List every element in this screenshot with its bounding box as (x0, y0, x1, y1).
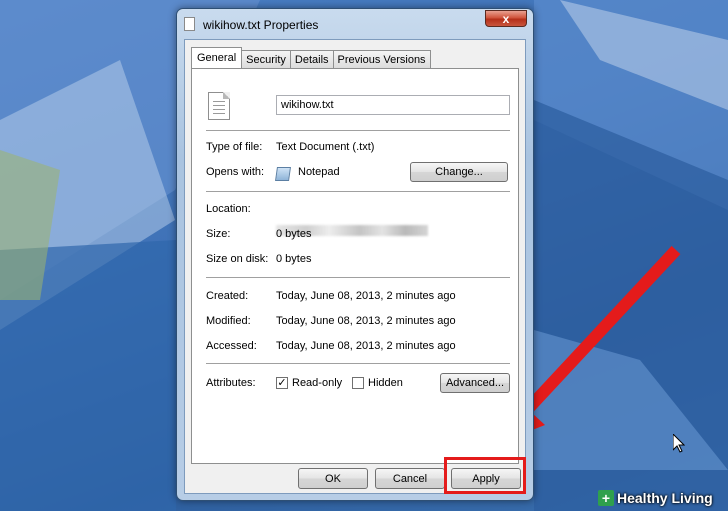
file-name-input[interactable] (276, 95, 510, 115)
advanced-button[interactable]: Advanced... (440, 373, 510, 393)
close-button[interactable]: x (485, 10, 527, 27)
size-value: 0 bytes (276, 228, 312, 240)
change-button[interactable]: Change... (410, 162, 508, 182)
type-of-file-value: Text Document (.txt) (276, 141, 375, 153)
size-label: Size: (206, 228, 231, 240)
window-title: wikihow.txt Properties (203, 18, 319, 32)
plus-icon: + (598, 490, 614, 506)
title-bar[interactable]: wikihow.txt Properties x (177, 9, 533, 39)
document-icon (208, 92, 230, 120)
readonly-label: Read-only (292, 377, 343, 389)
tab-strip: General Security Details Previous Versio… (191, 47, 431, 68)
divider (206, 363, 510, 364)
tab-details[interactable]: Details (289, 50, 334, 68)
opens-with-value: Notepad (298, 166, 340, 178)
attributes-label: Attributes: (206, 377, 256, 389)
readonly-checkbox[interactable]: ✓ (276, 377, 288, 389)
apply-highlight-box (444, 457, 526, 494)
healthy-living-watermark: + Healthy Living (598, 487, 713, 509)
divider (206, 277, 510, 278)
watermark-text: Healthy Living (617, 490, 713, 506)
text-file-icon (184, 17, 195, 31)
tab-previous-versions[interactable]: Previous Versions (332, 50, 431, 68)
ok-button[interactable]: OK (298, 468, 368, 489)
tab-general[interactable]: General (191, 47, 243, 68)
close-icon: x (502, 11, 510, 26)
accessed-label: Accessed: (206, 340, 257, 352)
notepad-icon (275, 167, 291, 181)
divider (206, 191, 510, 192)
created-label: Created: (206, 290, 249, 302)
modified-label: Modified: (206, 315, 251, 327)
size-on-disk-label: Size on disk: (206, 253, 269, 265)
type-of-file-label: Type of file: (206, 141, 263, 153)
tab-security[interactable]: Security (241, 50, 291, 68)
accessed-value: Today, June 08, 2013, 2 minutes ago (276, 340, 456, 352)
checkmark-icon: ✓ (277, 377, 287, 389)
properties-dialog: wikihow.txt Properties x General Securit… (176, 8, 534, 501)
mouse-cursor-icon (673, 434, 685, 453)
modified-value: Today, June 08, 2013, 2 minutes ago (276, 315, 456, 327)
opens-with-label: Opens with: (206, 166, 265, 178)
hidden-label: Hidden (368, 377, 403, 389)
created-value: Today, June 08, 2013, 2 minutes ago (276, 290, 456, 302)
size-on-disk-value: 0 bytes (276, 253, 312, 265)
cancel-button[interactable]: Cancel (375, 468, 445, 489)
divider (206, 130, 510, 131)
hidden-checkbox[interactable] (352, 377, 364, 389)
location-label: Location: (206, 203, 251, 215)
dialog-client: General Security Details Previous Versio… (184, 39, 526, 494)
general-panel: Type of file: Text Document (.txt) Opens… (191, 68, 519, 464)
